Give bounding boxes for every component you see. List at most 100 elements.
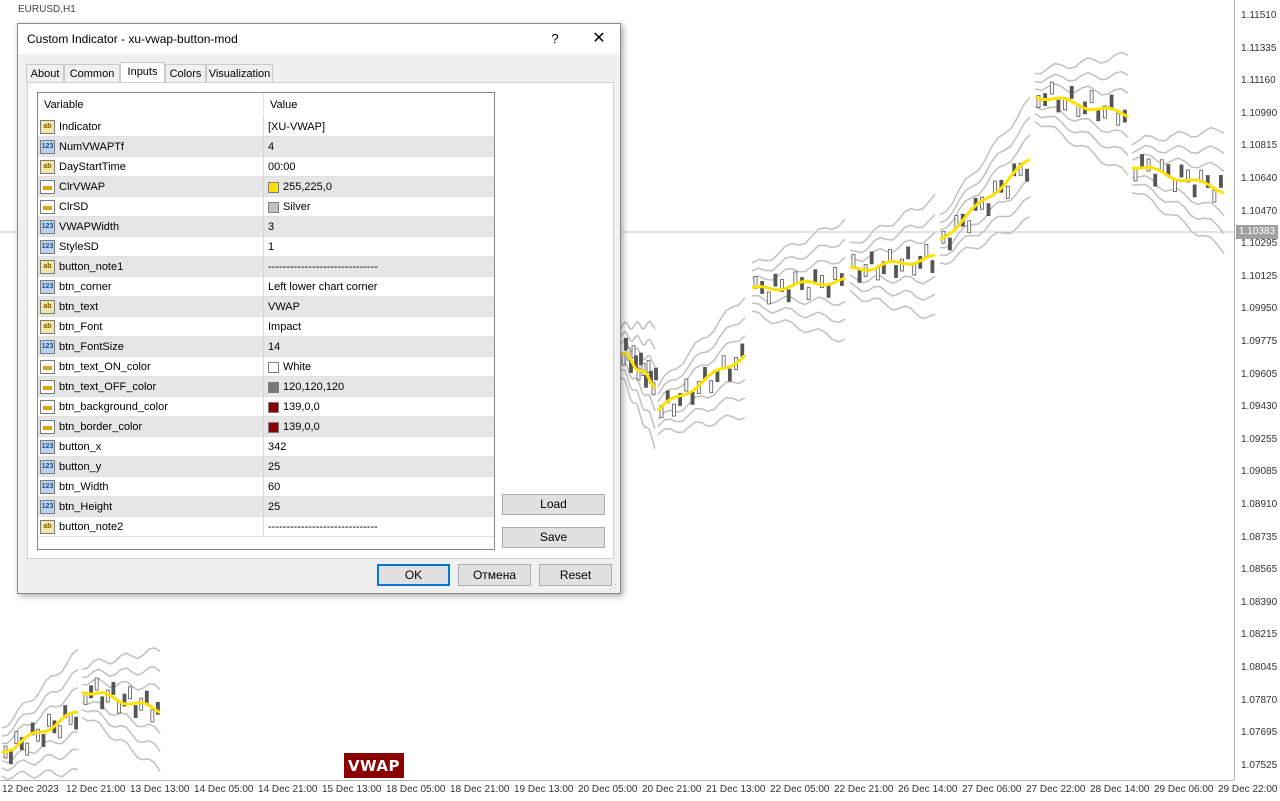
tab-colors[interactable]: Colors bbox=[165, 64, 206, 82]
load-button[interactable]: Load bbox=[502, 494, 605, 515]
param-value[interactable]: 00:00 bbox=[268, 157, 488, 177]
close-button[interactable]: ✕ bbox=[588, 29, 610, 49]
param-row[interactable]: 123 button_y 25 bbox=[38, 457, 494, 477]
chart-symbol-label: EURUSD,H1 bbox=[18, 4, 76, 15]
column-divider bbox=[263, 157, 264, 177]
time-tick-label: 21 Dec 13:00 bbox=[706, 784, 766, 795]
color-type-icon bbox=[40, 200, 55, 214]
param-value[interactable]: 139,0,0 bbox=[268, 417, 488, 437]
param-row[interactable]: btn_text_OFF_color 120,120,120 bbox=[38, 377, 494, 397]
column-divider bbox=[263, 257, 264, 277]
param-row[interactable]: btn_background_color 139,0,0 bbox=[38, 397, 494, 417]
param-row[interactable]: ab btn_Font Impact bbox=[38, 317, 494, 337]
price-axis[interactable]: 1.11510 1.11335 1.11160 1.10990 1.10815 1.106… bbox=[1234, 0, 1280, 780]
tab-common[interactable]: Common bbox=[64, 64, 120, 82]
param-row[interactable]: 123 btn_Width 60 bbox=[38, 477, 494, 497]
param-value[interactable]: 139,0,0 bbox=[268, 397, 488, 417]
param-value[interactable]: VWAP bbox=[268, 297, 488, 317]
param-value[interactable]: ------------------------------ bbox=[268, 257, 488, 277]
param-row[interactable]: 123 btn_Height 25 bbox=[38, 497, 494, 517]
param-row[interactable]: ab Indicator [XU-VWAP] bbox=[38, 117, 494, 137]
param-row[interactable]: ab DayStartTime 00:00 bbox=[38, 157, 494, 177]
param-value[interactable]: ------------------------------ bbox=[268, 517, 488, 537]
param-value[interactable]: 25 bbox=[268, 457, 488, 477]
candle bbox=[1153, 173, 1158, 187]
ok-button[interactable]: OK bbox=[377, 564, 450, 586]
param-value[interactable]: [XU-VWAP] bbox=[268, 117, 488, 137]
save-button[interactable]: Save bbox=[502, 527, 605, 548]
sd-band-line bbox=[849, 274, 936, 285]
param-value[interactable]: 1 bbox=[268, 237, 488, 257]
param-value[interactable]: 4 bbox=[268, 137, 488, 157]
param-name: StyleSD bbox=[59, 241, 99, 253]
candle bbox=[1069, 85, 1074, 99]
dialog-titlebar[interactable]: Custom Indicator - xu-vwap-button-mod ? … bbox=[18, 24, 620, 54]
candle bbox=[9, 751, 13, 765]
param-row[interactable]: 123 btn_FontSize 14 bbox=[38, 337, 494, 357]
vwap-toggle-button[interactable]: VWAP bbox=[344, 753, 404, 778]
param-row[interactable]: 123 NumVWAPTf 4 bbox=[38, 137, 494, 157]
time-tick-label: 18 Dec 21:00 bbox=[450, 784, 510, 795]
sd-band-line bbox=[849, 231, 936, 263]
param-row[interactable]: 123 btn_corner Left lower chart corner bbox=[38, 277, 494, 297]
tab-about[interactable]: About bbox=[26, 64, 64, 82]
param-value[interactable]: Left lower chart corner bbox=[268, 277, 488, 297]
param-value[interactable]: 342 bbox=[268, 437, 488, 457]
inputs-table: Variable Value ab Indicator [XU-VWAP] 123 Nu… bbox=[37, 92, 495, 550]
price-tick-label: 1.08735 bbox=[1241, 531, 1278, 543]
param-row[interactable]: btn_border_color 139,0,0 bbox=[38, 417, 494, 437]
param-row[interactable]: ClrSD Silver bbox=[38, 197, 494, 217]
param-value[interactable]: 120,120,120 bbox=[268, 377, 488, 397]
time-tick-label: 20 Dec 05:00 bbox=[578, 784, 638, 795]
param-row[interactable]: ClrVWAP 255,225,0 bbox=[38, 177, 494, 197]
param-row[interactable]: 123 StyleSD 1 bbox=[38, 237, 494, 257]
sd-band-line bbox=[751, 218, 846, 264]
param-value[interactable]: 255,225,0 bbox=[268, 177, 488, 197]
sd-band-line bbox=[849, 213, 936, 254]
param-value[interactable]: Impact bbox=[268, 317, 488, 337]
candle bbox=[813, 269, 818, 283]
candle bbox=[1056, 99, 1061, 113]
string-type-icon: ab bbox=[40, 260, 55, 274]
param-row[interactable]: 123 button_x 342 bbox=[38, 437, 494, 457]
tab-inputs[interactable]: Inputs bbox=[120, 62, 165, 83]
resize-grip-icon[interactable]: ⋰ bbox=[609, 583, 617, 592]
vwap-line bbox=[939, 158, 1031, 241]
number-type-icon: 123 bbox=[40, 280, 55, 294]
candle bbox=[150, 709, 155, 723]
param-value[interactable]: White bbox=[268, 357, 488, 377]
candle bbox=[930, 260, 935, 273]
column-divider bbox=[263, 497, 264, 517]
column-divider bbox=[263, 117, 264, 137]
param-row[interactable]: 123 VWAPWidth 3 bbox=[38, 217, 494, 237]
candle bbox=[806, 287, 811, 300]
time-axis[interactable]: 12 Dec 2023 12 Dec 21:00 13 Dec 13:00 14 De… bbox=[0, 780, 1278, 801]
param-name: button_note1 bbox=[59, 261, 124, 273]
sd-band-line bbox=[619, 320, 656, 330]
param-row[interactable]: btn_text_ON_color White bbox=[38, 357, 494, 377]
param-row[interactable]: ab btn_text VWAP bbox=[38, 297, 494, 317]
column-header-variable[interactable]: Variable bbox=[44, 93, 84, 117]
param-value[interactable]: Silver bbox=[268, 197, 488, 217]
param-value[interactable]: 60 bbox=[268, 477, 488, 497]
column-divider[interactable] bbox=[263, 93, 264, 117]
param-value[interactable]: 25 bbox=[268, 497, 488, 517]
column-header-value[interactable]: Value bbox=[270, 93, 298, 117]
reset-button[interactable]: Reset bbox=[539, 564, 612, 586]
param-row[interactable]: ab button_note2 --------------------------… bbox=[38, 517, 494, 537]
cancel-button[interactable]: Отмена bbox=[458, 564, 531, 586]
tab-visualization[interactable]: Visualization bbox=[206, 64, 273, 82]
candle bbox=[690, 391, 695, 405]
sd-band-line bbox=[751, 294, 846, 307]
param-row[interactable]: ab button_note1 --------------------------… bbox=[38, 257, 494, 277]
price-tick-label: 1.09255 bbox=[1241, 433, 1278, 445]
param-value-text: 255,225,0 bbox=[283, 181, 332, 193]
param-value[interactable]: 14 bbox=[268, 337, 488, 357]
candle bbox=[857, 270, 862, 283]
candle bbox=[133, 705, 138, 718]
help-button[interactable]: ? bbox=[545, 29, 565, 49]
param-name: btn_text_OFF_color bbox=[59, 381, 157, 393]
param-value[interactable]: 3 bbox=[268, 217, 488, 237]
candle bbox=[894, 265, 898, 278]
price-tick-label: 1.07870 bbox=[1241, 694, 1278, 706]
